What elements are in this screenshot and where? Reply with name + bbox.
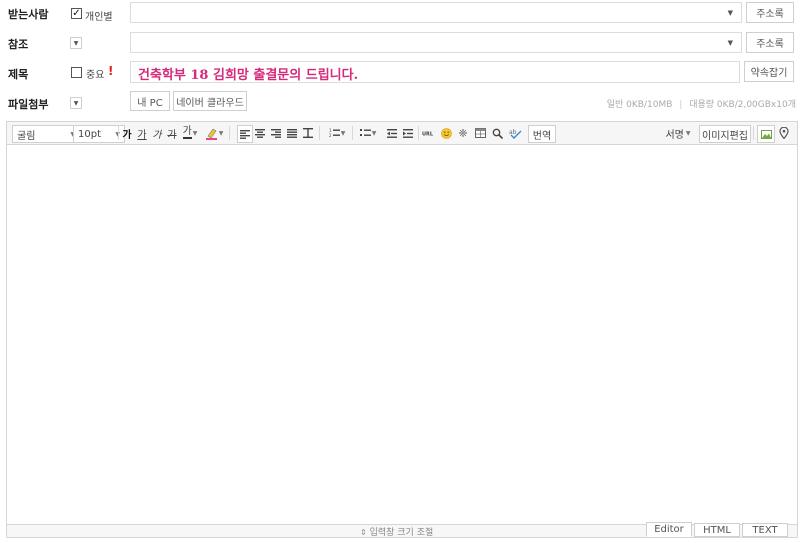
image-edit-button[interactable]: 이미지편집 [699,125,751,143]
important-checkbox[interactable] [71,67,82,78]
signature-label: 서명 [665,129,684,141]
attach-capacity: 일반 0KB/10MB | 대용량 0KB/2,00GBx10개 [606,100,796,110]
spellcheck-button[interactable]: ab [507,125,523,141]
individual-checkbox[interactable]: ✓ [71,8,82,19]
search-icon [492,128,503,139]
line-height-button[interactable] [301,125,315,141]
bullet-list-icon [359,129,371,136]
recipient-dropdown-icon[interactable]: ▼ [728,10,733,17]
large-capacity: 대용량 0KB/2,00GBx10개 [689,100,796,110]
resize-arrows-icon: ⇕ [360,528,367,537]
important-label: 중요 [86,70,105,81]
table-button[interactable] [473,125,487,141]
font-family-select[interactable]: 굴림▼ [12,125,80,143]
strikethrough-button[interactable]: 가 [165,125,179,141]
outdent-icon [387,128,397,138]
align-right-button[interactable] [269,125,283,141]
smiley-icon [440,127,452,139]
find-button[interactable] [490,125,504,141]
spellcheck-icon: ab [509,129,521,139]
editor-toolbar: 굴림▼ 10pt▼ 가 가 가 가 가▼ ▼ 12▼ ▼ URL [6,121,798,145]
font-size-value: 10pt [78,128,101,140]
translate-button[interactable]: 번역 [528,125,556,143]
indent-button[interactable] [401,125,415,141]
special-char-button[interactable]: ❈ [456,125,470,141]
map-pin-icon [779,127,789,139]
subject-input[interactable]: 건축학부 18 김희망 출결문의 드립니다. [130,61,740,83]
resize-handle[interactable]: ⇕ 입력창 크기 조절 [360,525,433,538]
cc-dropdown-icon[interactable]: ▼ [728,40,733,47]
align-right-icon [271,128,281,138]
emoticon-button[interactable] [439,125,453,141]
numbered-list-icon: 12 [329,128,340,138]
svg-text:2: 2 [329,133,332,138]
font-color-button[interactable]: 가 ▼ [180,125,200,141]
tab-editor[interactable]: Editor [646,522,692,537]
link-button[interactable]: URL [421,125,437,141]
table-icon [474,128,486,138]
individual-label: 개인별 [85,12,113,23]
align-justify-button[interactable] [285,125,299,141]
line-height-icon [303,128,313,138]
highlight-icon [205,128,217,140]
important-mark-icon: ! [108,64,114,78]
underline-button[interactable]: 가 [135,125,149,141]
subject-value[interactable]: 건축학부 18 김희망 출결문의 드립니다. [138,64,358,83]
insert-map-button[interactable] [776,125,792,141]
tab-html[interactable]: HTML [694,523,740,537]
general-capacity: 일반 0KB/10MB [606,100,673,110]
url-link-icon: URL [422,132,434,138]
bold-button[interactable]: 가 [120,125,134,141]
svg-text:URL: URL [422,132,434,138]
outdent-button[interactable] [385,125,399,141]
insert-image-button[interactable] [757,125,775,143]
attach-expand-dropdown[interactable]: ▼ [70,97,82,109]
align-left-icon [240,129,250,139]
align-center-icon [255,128,265,138]
image-icon [760,129,772,139]
align-justify-icon [287,128,297,138]
cc-addressbook-button[interactable]: 주소록 [746,32,794,53]
resize-label: 입력창 크기 조절 [369,528,434,538]
align-center-button[interactable] [253,125,267,141]
naver-cloud-button[interactable]: 네이버 클라우드 [173,91,247,111]
tab-text[interactable]: TEXT [742,523,788,537]
align-left-button[interactable] [237,125,253,143]
attach-label: 파일첨부 [8,98,49,111]
numbered-list-button[interactable]: 1 2 ▼ [325,125,349,141]
my-pc-button[interactable]: 내 PC [130,91,170,111]
recipient-input[interactable]: ▼ [130,2,742,23]
schedule-button[interactable]: 약속잡기 [744,61,794,82]
cc-label: 참조 [8,38,29,51]
svg-text:ab: ab [509,129,517,136]
subject-label: 제목 [8,68,29,81]
italic-button[interactable]: 가 [150,125,164,141]
indent-icon [403,128,413,138]
signature-select[interactable]: 서명 ▼ [663,125,693,141]
bullet-list-button[interactable]: ▼ [356,125,380,141]
recipient-addressbook-button[interactable]: 주소록 [746,2,794,23]
background-color-button[interactable]: ▼ [202,125,226,141]
cc-expand-dropdown[interactable]: ▼ [70,37,82,49]
font-color-icon: 가 [182,126,192,139]
cc-input[interactable]: ▼ [130,32,742,53]
recipient-label: 받는사람 [8,8,49,21]
editor-body[interactable] [6,145,798,525]
font-family-value: 굴림 [17,130,36,142]
